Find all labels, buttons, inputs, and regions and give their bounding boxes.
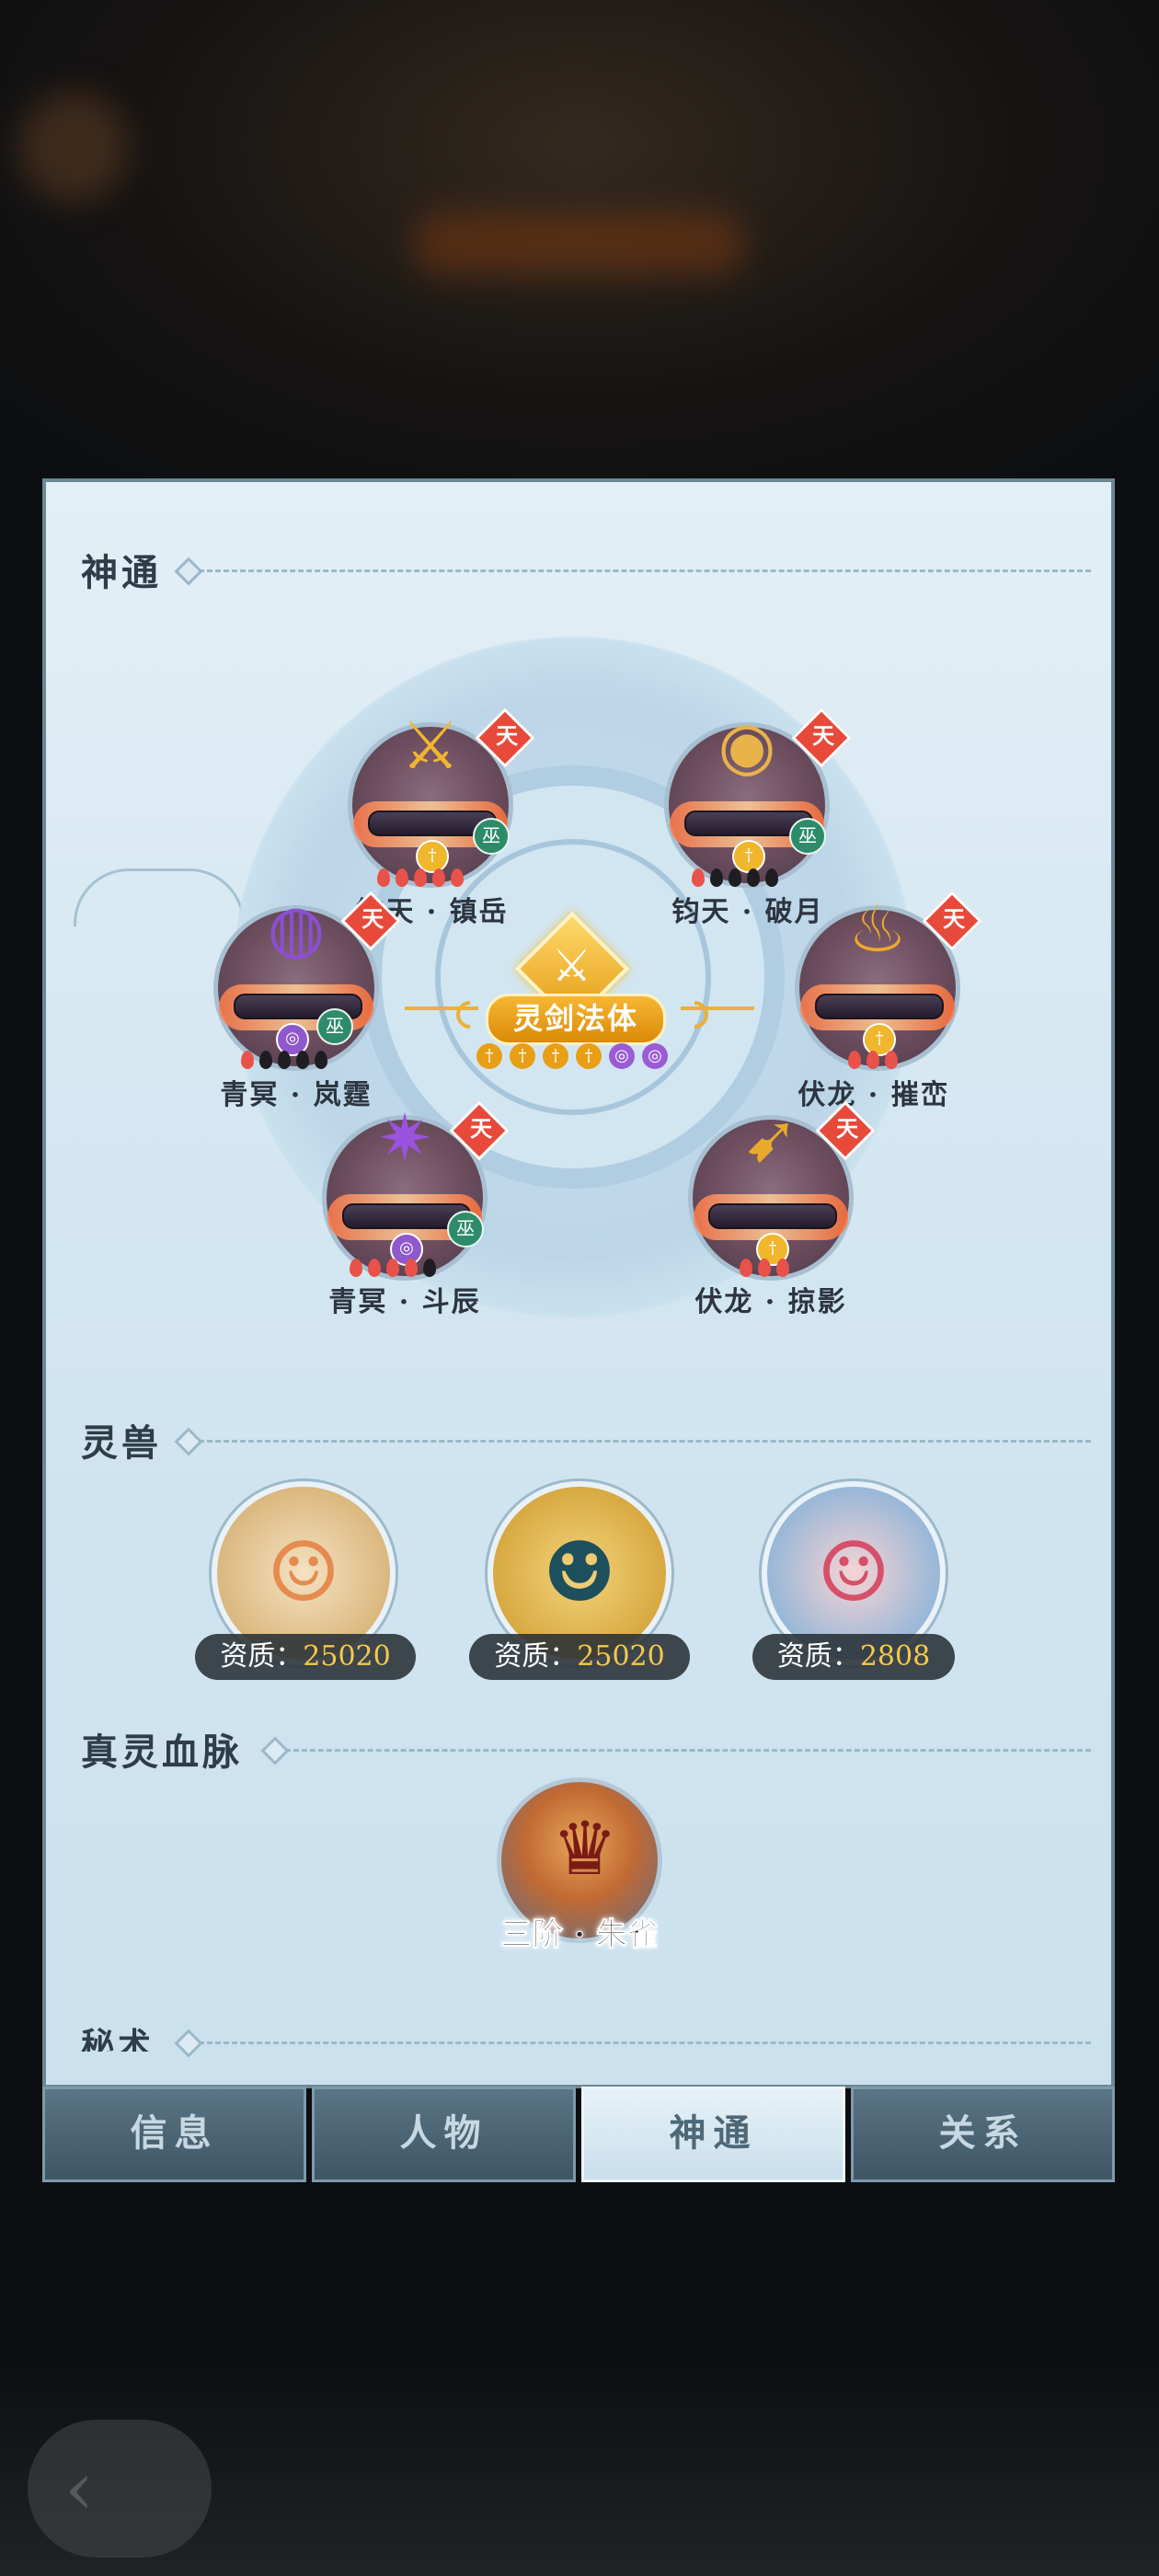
banner-wing-right	[681, 1006, 754, 1010]
beast-aptitude: 资质：25020	[469, 1634, 690, 1680]
sword-body-level-dots: † † † † ◎ ◎	[476, 1043, 668, 1069]
beast-portrait-icon: ☻	[542, 1524, 617, 1621]
skill-qingming-douchen[interactable]: ✷ 天 巫 ◎	[322, 1099, 510, 1281]
tab-character[interactable]: 人物	[312, 2087, 576, 2182]
beast-portrait-icon: ☺	[266, 1524, 341, 1621]
section-title-shentong: 神通	[81, 551, 162, 594]
skill-fulong-lueying[interactable]: ➹ 天 †	[688, 1099, 876, 1281]
skill-juntian-poyue[interactable]: ◉ 天 巫 †	[664, 707, 852, 888]
skill-name: 伏龙 · 掠影	[694, 1286, 847, 1318]
tab-divine-power[interactable]: 神通	[581, 2087, 845, 2182]
skill-level-pips	[377, 868, 464, 889]
section-divider	[285, 1749, 1091, 1752]
wu-badge: 巫	[789, 818, 826, 855]
bloodline-label: 三阶 · 朱雀	[500, 1916, 660, 1954]
scroll-icon	[815, 994, 944, 1019]
sword-body-title[interactable]: 灵剑法体	[486, 994, 666, 1045]
beast-portrait-icon: ☺	[816, 1524, 891, 1621]
bottom-tab-bar: 信息 人物 神通 关系	[42, 2087, 1115, 2182]
sword-dot-icon: †	[510, 1043, 535, 1069]
purple-vortex-icon: ◍	[267, 890, 326, 967]
golden-flame-icon: ♨	[847, 890, 908, 967]
tab-relations[interactable]: 关系	[851, 2087, 1115, 2182]
section-title-bloodline: 真灵血脉	[81, 1731, 243, 1774]
skill-level-pips	[848, 1051, 898, 1071]
skill-level-pips	[350, 1259, 436, 1279]
golden-sword-icon: ⚔	[400, 707, 461, 784]
beast-aptitude: 资质：25020	[195, 1634, 416, 1680]
skill-fulong-cuiluan[interactable]: ♨ 天 †	[795, 890, 982, 1071]
section-title-mishu: 秘术	[81, 2026, 155, 2052]
golden-spiral-icon: ◉	[717, 707, 776, 784]
back-arrow-icon: ‹	[64, 2445, 94, 2531]
background-banner-blur	[414, 212, 745, 276]
section-divider	[199, 2041, 1091, 2044]
scroll-icon	[708, 1203, 837, 1229]
skill-level-pips	[692, 868, 778, 889]
sword-dot-icon: †	[476, 1043, 502, 1069]
sword-icon: ⚔	[552, 940, 592, 992]
sword-dot-icon: †	[543, 1043, 568, 1069]
background-avatar-blur	[18, 92, 129, 202]
golden-bow-icon: ➹	[742, 1099, 799, 1177]
swirl-dot-icon: ◎	[609, 1043, 635, 1069]
skill-qingming-lanting[interactable]: ◍ 天 巫 ◎	[213, 890, 401, 1071]
section-divider	[199, 569, 1091, 572]
section-divider	[199, 1440, 1091, 1443]
section-title-lingshou: 灵兽	[81, 1421, 162, 1465]
vermilion-bird-icon: ♛	[552, 1806, 618, 1892]
skill-name: 青冥 · 斗辰	[328, 1286, 481, 1318]
skill-level-pips	[740, 1259, 789, 1279]
banner-wing-left	[405, 1006, 478, 1010]
wu-badge: 巫	[473, 818, 510, 855]
tab-info[interactable]: 信息	[42, 2087, 306, 2182]
purple-lightning-icon: ✷	[376, 1099, 433, 1177]
skill-juntian-zhenyue[interactable]: ⚔ 天 巫 †	[348, 707, 535, 888]
sword-dot-icon: †	[576, 1043, 602, 1069]
wu-badge: 巫	[447, 1211, 484, 1248]
wu-badge: 巫	[316, 1008, 353, 1045]
skill-level-pips	[241, 1051, 327, 1071]
beast-aptitude: 资质：2808	[752, 1634, 955, 1680]
swirl-dot-icon: ◎	[642, 1043, 668, 1069]
